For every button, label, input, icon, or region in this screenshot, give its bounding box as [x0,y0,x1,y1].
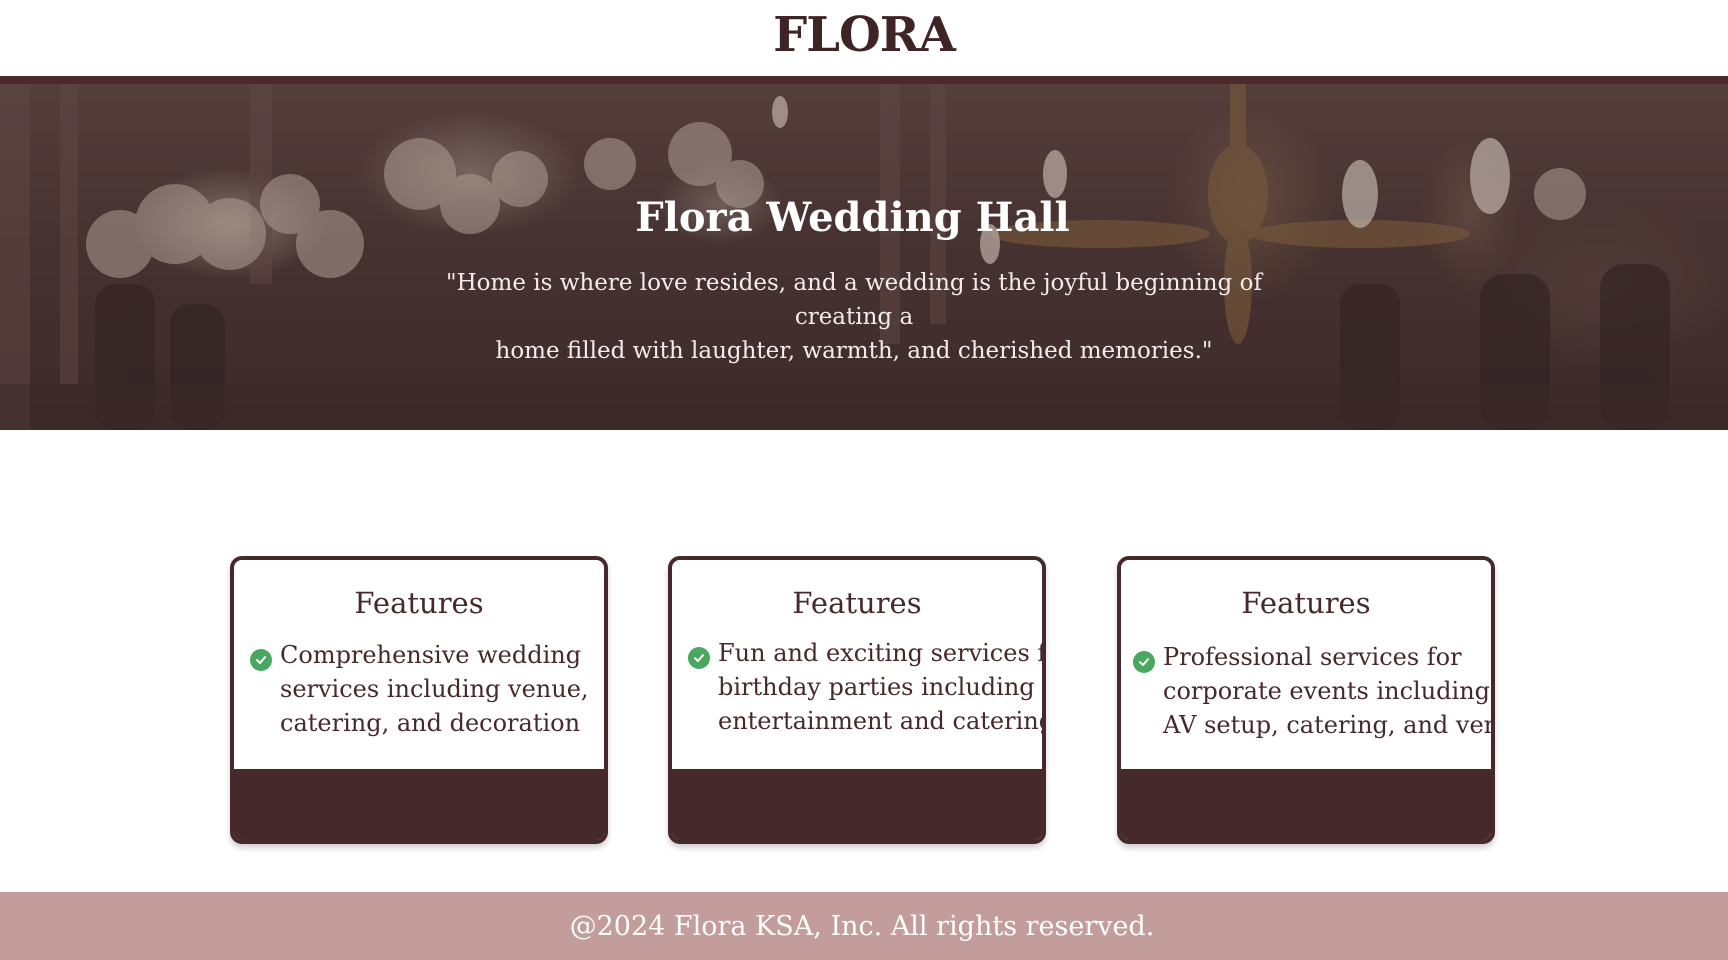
feature-line: catering, and decoration [280,709,581,737]
feature-line: Comprehensive wedding [280,641,582,669]
feature-line: entertainment and catering [718,707,1046,735]
card-title: Features [792,586,922,620]
card-title: Features [354,586,484,620]
feature-text: Comprehensive wedding services including… [280,638,589,740]
card-body: Features Fun and exciting services for b… [672,560,1042,769]
feature-line: Professional services for [1163,643,1462,671]
hero-title: Flora Wedding Hall [635,194,1070,241]
site-header: FLORA [0,0,1728,76]
logo[interactable]: FLORA [773,7,956,63]
feature-line: services including venue, [280,675,589,703]
card-body: Features Professional services for corpo… [1121,560,1491,769]
card-body: Features Comprehensive wedding services … [234,560,604,769]
feature-line: corporate events including [1163,677,1491,705]
card-title: Features [1241,586,1371,620]
check-circle-icon [250,649,272,671]
check-circle-icon [688,647,710,669]
hero-quote: "Home is where love resides, and a weddi… [404,266,1304,368]
feature-line: Fun and exciting services for [718,639,1046,667]
card-footer [1121,769,1491,840]
hero-quote-line-1: "Home is where love resides, and a weddi… [446,270,1262,330]
feature-item: Comprehensive wedding services including… [250,638,604,740]
header-divider [0,76,1728,84]
feature-card-weddings[interactable]: Features Comprehensive wedding services … [230,556,608,844]
feature-line: AV setup, catering, and venue [1163,711,1495,739]
feature-line: birthday parties including [718,673,1035,701]
feature-item: Professional services for corporate even… [1133,640,1491,742]
check-circle-icon [1133,651,1155,673]
feature-text: Professional services for corporate even… [1163,640,1495,742]
feature-text: Fun and exciting services for birthday p… [718,636,1046,738]
card-footer [234,769,604,840]
feature-card-corporate[interactable]: Features Professional services for corpo… [1117,556,1495,844]
hero-quote-line-2: home filled with laughter, warmth, and c… [495,338,1213,364]
hero-overlay [0,84,1728,430]
hero-banner: Flora Wedding Hall "Home is where love r… [0,84,1728,430]
feature-card-birthdays[interactable]: Features Fun and exciting services for b… [668,556,1046,844]
feature-item: Fun and exciting services for birthday p… [688,636,1042,738]
features-section: Features Comprehensive wedding services … [0,556,1728,844]
site-footer: @2024 Flora KSA, Inc. All rights reserve… [0,892,1728,960]
card-footer [672,769,1042,840]
copyright-text: @2024 Flora KSA, Inc. All rights reserve… [569,910,1155,942]
